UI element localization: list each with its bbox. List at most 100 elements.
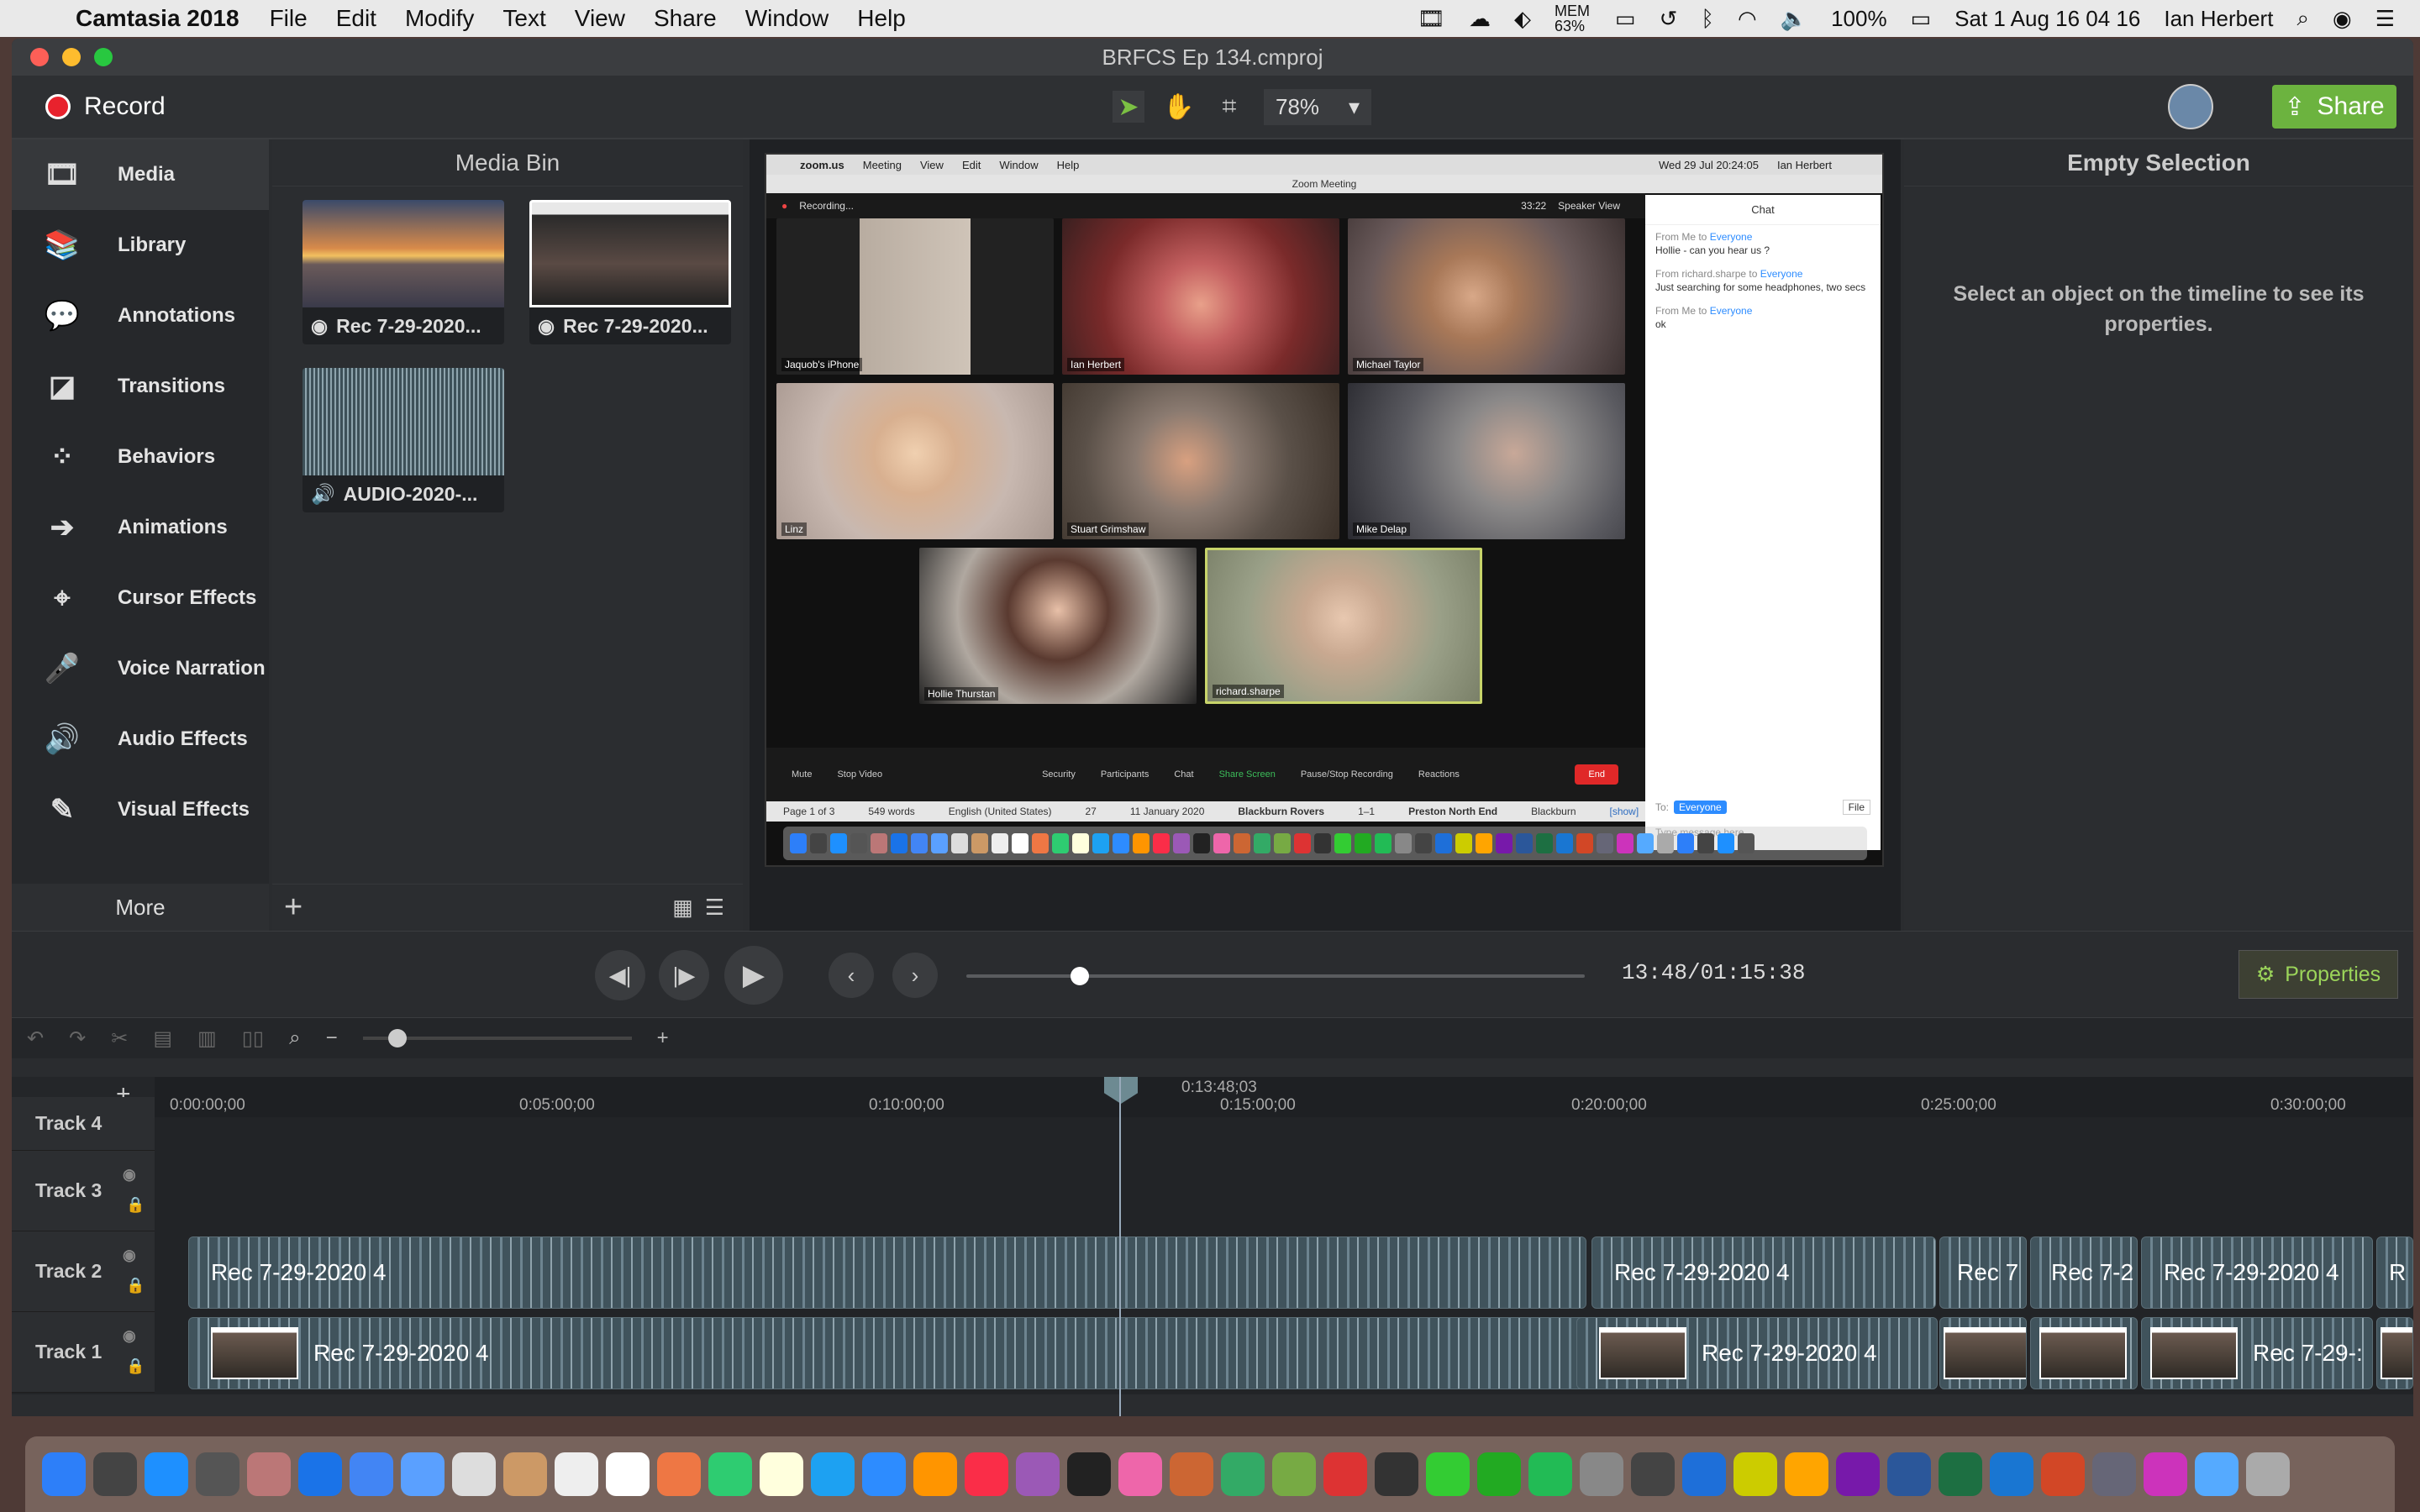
timeline-clip[interactable]: Rec 7-29-2020 4 [1576,1317,1938,1389]
dock-app-icon[interactable] [965,1452,1008,1496]
canvas-area[interactable]: zoom.us Meeting View Edit Window Help We… [750,139,1901,931]
bluetooth-icon[interactable]: ᛒ [1701,6,1714,32]
timeline-clip[interactable] [2030,1317,2138,1389]
spotlight-search-icon[interactable]: ⌕ [2296,5,2309,32]
dock-app-icon[interactable] [657,1452,701,1496]
dock-app-icon[interactable] [1477,1452,1521,1496]
dock-app-icon[interactable] [2144,1452,2187,1496]
dock-app-icon[interactable] [1682,1452,1726,1496]
dropbox-icon[interactable]: ⬖ [1514,6,1531,32]
timeline-clip[interactable]: Rec 7-2 [2030,1236,2138,1309]
redo-icon[interactable]: ↷ [69,1026,86,1051]
timeline-clip[interactable] [1939,1317,2027,1389]
dock-app-icon[interactable] [555,1452,598,1496]
sidebar-item-transitions[interactable]: ◪ Transitions [12,351,269,422]
zoom-dropdown[interactable]: 78% ▾ [1264,88,1371,125]
dock-app-icon[interactable] [1016,1452,1060,1496]
wifi-icon[interactable]: ◠ [1738,6,1757,32]
zoom-in-icon[interactable]: + [657,1026,669,1050]
film-icon[interactable]: 🎞 [1418,6,1445,32]
lock-icon[interactable]: 🔒 [126,1196,145,1214]
playhead[interactable] [1119,1077,1121,1416]
more-button[interactable]: More [12,884,269,931]
menu-edit[interactable]: Edit [336,5,376,32]
dock-app-icon[interactable] [401,1452,445,1496]
dock-app-icon[interactable] [1118,1452,1162,1496]
dock-app-icon[interactable] [1170,1452,1213,1496]
timeline-ruler[interactable]: 0:00:00;00 0:05:00;00 0:10:00;00 0:15:00… [155,1092,2413,1117]
dock-app-icon[interactable] [1375,1452,1418,1496]
dock-app-icon[interactable] [862,1452,906,1496]
copy-icon[interactable]: ▤ [153,1026,172,1051]
timeline-clip[interactable]: Rec 7-29-2020 4 [2141,1236,2373,1309]
dock-app-icon[interactable] [1426,1452,1470,1496]
sidebar-item-media[interactable]: 🎞 Media [12,139,269,210]
select-arrow-icon[interactable]: ➤ [1113,91,1144,123]
dock-app-icon[interactable] [2041,1452,2085,1496]
eye-icon[interactable]: ◉ [123,1327,136,1345]
eye-icon[interactable]: ◉ [123,1166,136,1184]
dock-app-icon[interactable] [1990,1452,2033,1496]
undo-icon[interactable]: ↶ [27,1026,44,1051]
zoom-out-icon[interactable]: − [326,1026,338,1050]
dock-app-icon[interactable] [1221,1452,1265,1496]
record-button[interactable]: Record [45,92,166,121]
play-button[interactable]: ▶ [724,946,783,1005]
previous-frame-icon[interactable]: ◀︎| [595,950,645,1000]
time-machine-icon[interactable]: ↺ [1660,6,1678,32]
dock-app-icon[interactable] [606,1452,650,1496]
dock-app-icon[interactable] [1067,1452,1111,1496]
scrubber-knob[interactable] [1070,967,1089,985]
sidebar-item-library[interactable]: 📚 Library [12,210,269,281]
video-preview[interactable]: zoom.us Meeting View Edit Window Help We… [765,153,1884,867]
sidebar-item-visual-effects[interactable]: ✎ Visual Effects [12,774,269,845]
siri-icon[interactable]: ◉ [2333,6,2352,32]
step-back-icon[interactable]: |▶︎ [659,950,709,1000]
dock-app-icon[interactable] [760,1452,803,1496]
chevron-right-icon[interactable]: › [892,953,938,998]
dock-app-icon[interactable] [2246,1452,2290,1496]
timeline-clip[interactable]: Rec 7-29-2020 4 [1591,1236,1936,1309]
menu-file[interactable]: File [270,5,308,32]
sidebar-item-voice-narration[interactable]: 🎤 Voice Narration [12,633,269,704]
media-item[interactable]: ◉ Rec 7-29-2020... [529,200,731,344]
battery-percent[interactable]: 100% [1831,6,1887,32]
timeline-clip[interactable]: Rec 7-29-2020 4 [188,1317,1586,1389]
sidebar-item-annotations[interactable]: 💬 Annotations [12,281,269,351]
dock-app-icon[interactable] [42,1452,86,1496]
zoom-slider-knob[interactable] [387,1029,407,1047]
timeline-clip[interactable]: Rec 7-29-: [2141,1317,2373,1389]
clock[interactable]: Sat 1 Aug 16 04 16 [1954,6,2140,32]
grid-view-icon[interactable]: ▦ [672,895,693,921]
volume-icon[interactable]: 🔈 [1781,6,1807,32]
dock-app-icon[interactable] [1528,1452,1572,1496]
share-button[interactable]: ⇪ Share [2272,85,2396,129]
avatar[interactable] [2168,84,2213,129]
dock-app-icon[interactable] [503,1452,547,1496]
pan-hand-icon[interactable]: ✋ [1163,91,1195,123]
menu-help[interactable]: Help [857,5,906,32]
dock-app-icon[interactable] [350,1452,393,1496]
menu-share[interactable]: Share [654,5,717,32]
dock-app-icon[interactable] [913,1452,957,1496]
menu-window[interactable]: Window [745,5,829,32]
track-label-3[interactable]: Track 3 ◉ 🔒 [12,1151,155,1231]
dock-app-icon[interactable] [1785,1452,1828,1496]
timeline-clip[interactable]: Rec 7 [1939,1236,2027,1309]
dock-app-icon[interactable] [196,1452,239,1496]
add-media-icon[interactable]: + [284,890,302,926]
dock-app-icon[interactable] [452,1452,496,1496]
crop-icon[interactable]: ⌗ [1213,91,1245,123]
dock-app-icon[interactable] [2092,1452,2136,1496]
paste-icon[interactable]: ▥ [197,1026,217,1051]
dock-app-icon[interactable] [247,1452,291,1496]
split-icon[interactable]: ▯▯ [242,1026,264,1051]
track-label-4[interactable]: Track 4 [12,1097,155,1151]
zoom-search-icon[interactable]: ⌕ [289,1026,300,1050]
lock-icon[interactable]: 🔒 [126,1357,145,1375]
battery-icon[interactable]: ▭ [1911,6,1932,32]
dock-app-icon[interactable] [145,1452,188,1496]
menu-view[interactable]: View [575,5,625,32]
timeline-clip[interactable]: Rec 7-29-2020 4 [188,1236,1586,1309]
notification-center-icon[interactable]: ☰ [2375,6,2395,32]
